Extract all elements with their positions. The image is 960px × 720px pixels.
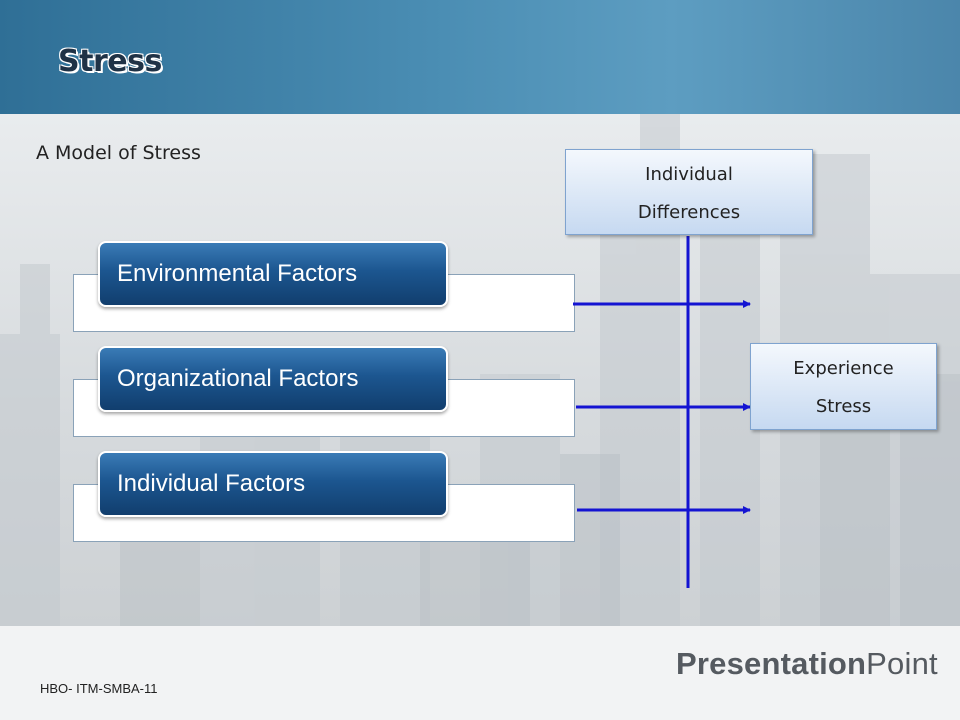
brand-logo: PresentationPoint bbox=[676, 646, 938, 682]
individual-differences-line1: Individual bbox=[645, 164, 733, 185]
experience-stress-line1: Experience bbox=[793, 358, 894, 379]
footer-course-code: HBO- ITM-SMBA-11 bbox=[40, 681, 158, 696]
brand-bold: Presentation bbox=[676, 646, 867, 681]
individual-differences-box: Individual Differences bbox=[565, 149, 813, 235]
individual-differences-line2: Differences bbox=[637, 202, 741, 223]
brand-light: Point bbox=[866, 646, 938, 681]
experience-stress-box: Experience Stress bbox=[750, 343, 937, 430]
experience-stress-line2: Stress bbox=[815, 396, 872, 417]
